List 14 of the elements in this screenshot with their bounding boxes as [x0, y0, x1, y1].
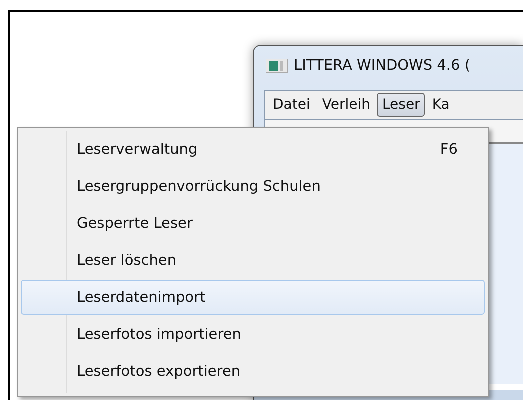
menu-item[interactable]: Datei — [268, 93, 316, 117]
window-title: LITTERA WINDOWS 4.6 ( — [294, 58, 471, 74]
menu-option[interactable]: Leserfotos importieren — [21, 317, 485, 352]
menu-option[interactable]: Leserfotos exportieren — [21, 354, 485, 389]
menu-item[interactable]: Leser — [377, 93, 426, 117]
app-icon — [266, 59, 288, 73]
menu-option[interactable]: Lesergruppenvorrückung Schulen — [21, 169, 485, 204]
menu-item[interactable]: Ka — [427, 93, 455, 117]
menu-option[interactable]: Leser löschen — [21, 243, 485, 278]
menu-option[interactable]: Leserverwaltung F6 — [21, 132, 485, 167]
shortcut-label: F6 — [440, 142, 458, 158]
menu-option[interactable]: Gesperrte Leser — [21, 206, 485, 241]
menu-item[interactable]: Verleih — [317, 93, 376, 117]
menu-option[interactable]: Leserdatenimport — [21, 280, 485, 315]
